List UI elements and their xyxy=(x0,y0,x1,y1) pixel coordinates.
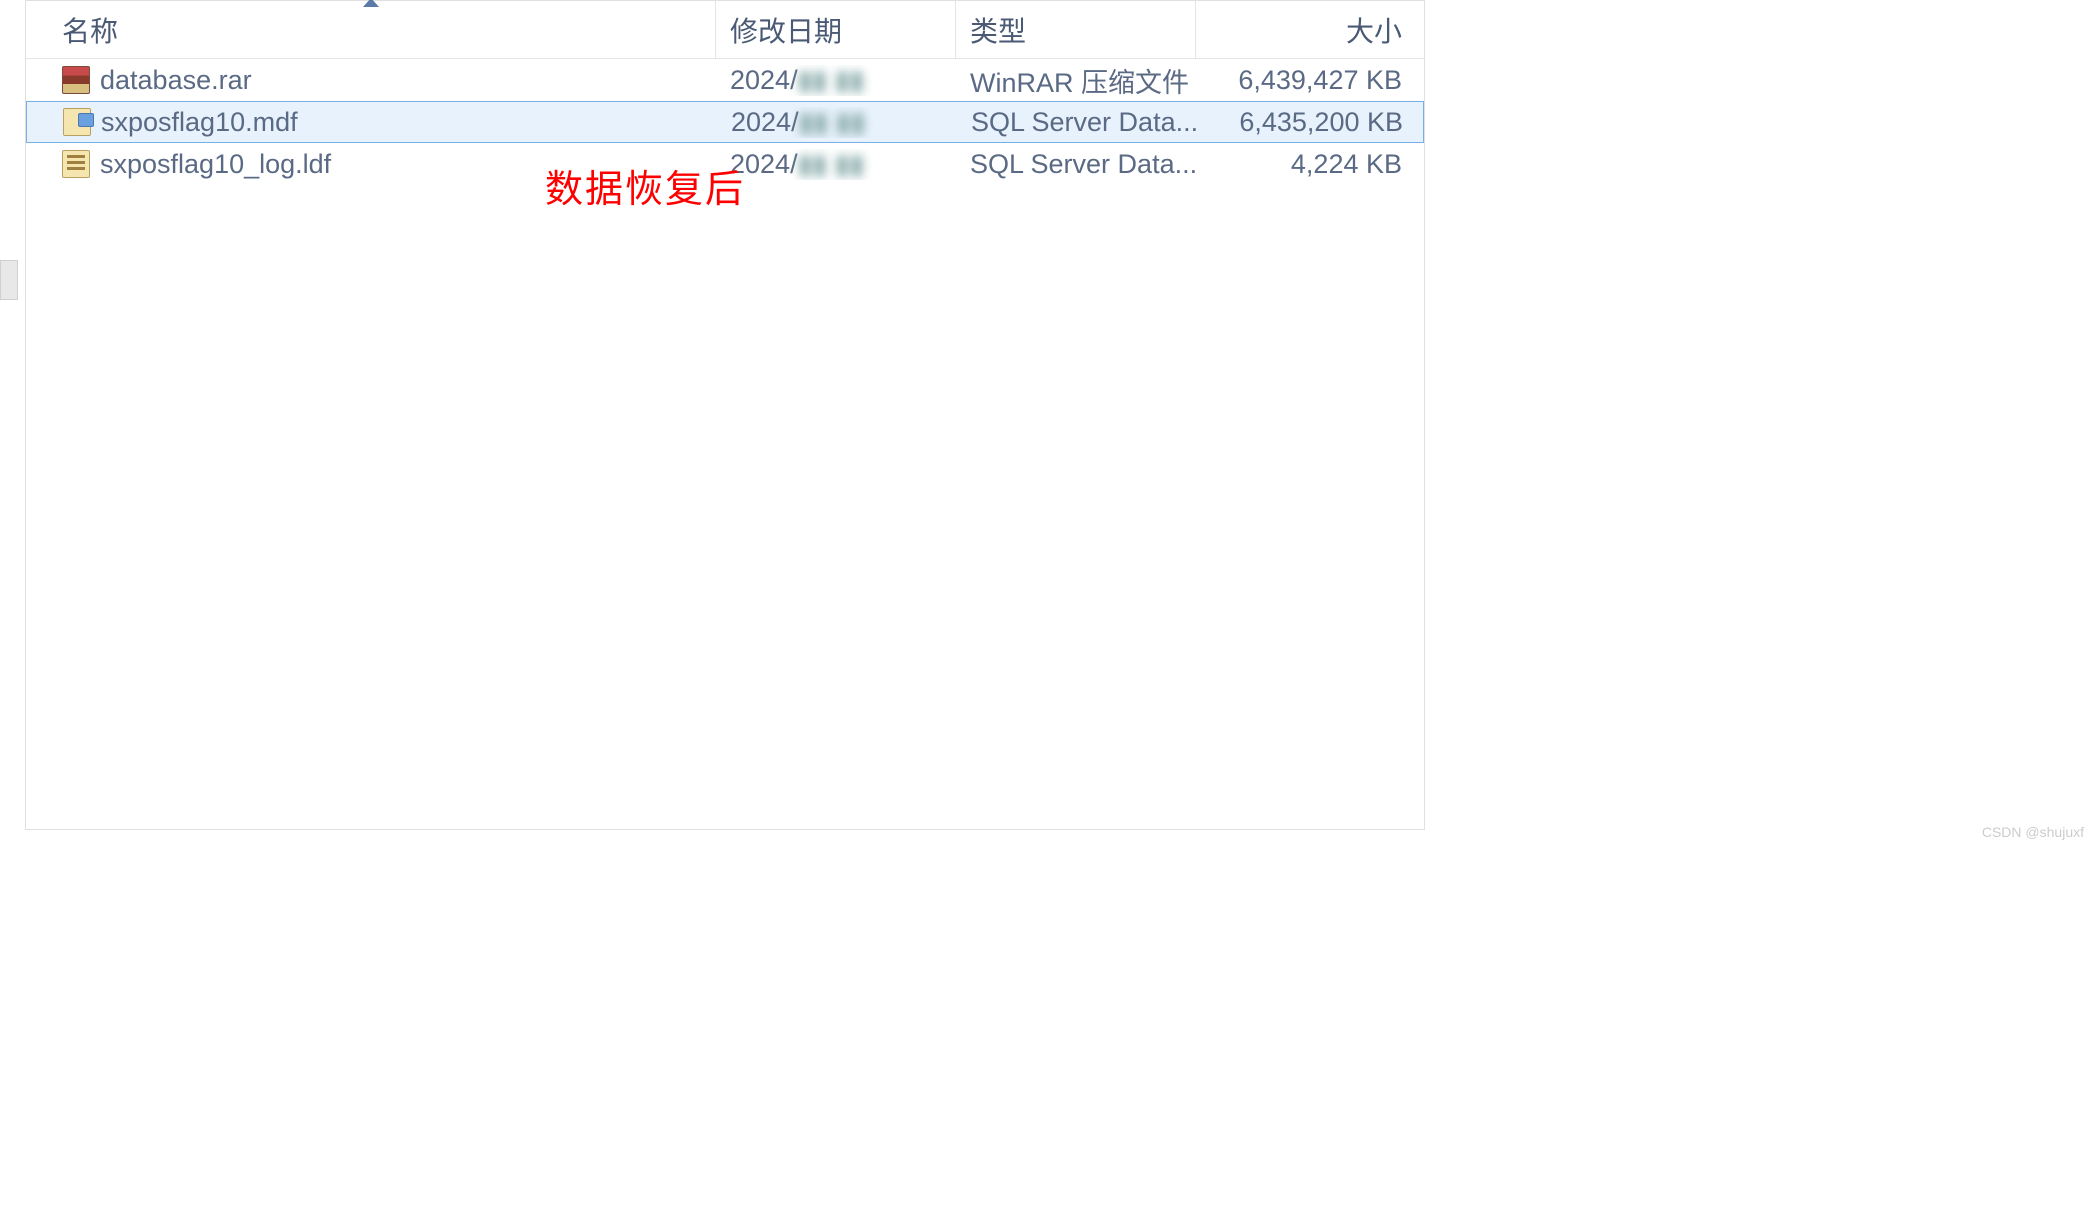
file-date-redacted: ▮▮ ▮▮ xyxy=(799,107,866,138)
annotation-overlay: 数据恢复后 xyxy=(545,158,745,213)
file-date-redacted: ▮▮ ▮▮ xyxy=(798,65,865,96)
watermark-text: CSDN @shujuxf xyxy=(1982,824,2084,840)
file-size-cell: 4,224 KB xyxy=(1196,149,1416,180)
file-date-cell: 2024/▮▮ ▮▮ xyxy=(717,107,957,138)
file-name-label: sxposflag10_log.ldf xyxy=(100,149,331,180)
file-date-redacted: ▮▮ ▮▮ xyxy=(798,149,865,180)
file-date-prefix: 2024/ xyxy=(731,107,799,138)
file-row[interactable]: database.rar2024/▮▮ ▮▮WinRAR 压缩文件6,439,4… xyxy=(26,59,1424,101)
file-date-cell: 2024/▮▮ ▮▮ xyxy=(716,65,956,96)
file-name-cell: database.rar xyxy=(26,65,716,96)
file-date-prefix: 2024/ xyxy=(730,65,798,96)
file-name-label: sxposflag10.mdf xyxy=(101,107,298,138)
column-header-date-label: 修改日期 xyxy=(730,10,842,50)
file-size-cell: 6,439,427 KB xyxy=(1196,65,1416,96)
column-header-size-label: 大小 xyxy=(1346,10,1402,50)
column-header-date[interactable]: 修改日期 xyxy=(716,1,956,58)
file-date-cell: 2024/▮▮ ▮▮ xyxy=(716,149,956,180)
file-type-cell: WinRAR 压缩文件 xyxy=(956,61,1196,100)
file-name-label: database.rar xyxy=(100,65,252,96)
column-header-type[interactable]: 类型 xyxy=(956,1,1196,58)
file-size-cell: 6,435,200 KB xyxy=(1197,107,1417,138)
file-row[interactable]: sxposflag10.mdf2024/▮▮ ▮▮SQL Server Data… xyxy=(26,101,1424,143)
ldf-file-icon xyxy=(62,150,90,178)
file-type-cell: SQL Server Data... xyxy=(956,149,1196,180)
sort-indicator-icon xyxy=(363,0,379,7)
file-list-view: 名称 修改日期 类型 大小 database.rar2024/▮▮ ▮▮WinR… xyxy=(25,0,1425,830)
file-name-cell: sxposflag10.mdf xyxy=(27,107,717,138)
column-header-row: 名称 修改日期 类型 大小 xyxy=(26,1,1424,59)
rar-file-icon xyxy=(62,66,90,94)
column-header-size[interactable]: 大小 xyxy=(1196,1,1416,58)
file-type-cell: SQL Server Data... xyxy=(957,107,1197,138)
column-header-type-label: 类型 xyxy=(970,10,1026,50)
column-header-name-label: 名称 xyxy=(62,10,118,50)
column-header-name[interactable]: 名称 xyxy=(26,1,716,58)
mdf-file-icon xyxy=(63,108,91,136)
scrollbar-track[interactable] xyxy=(0,260,18,300)
